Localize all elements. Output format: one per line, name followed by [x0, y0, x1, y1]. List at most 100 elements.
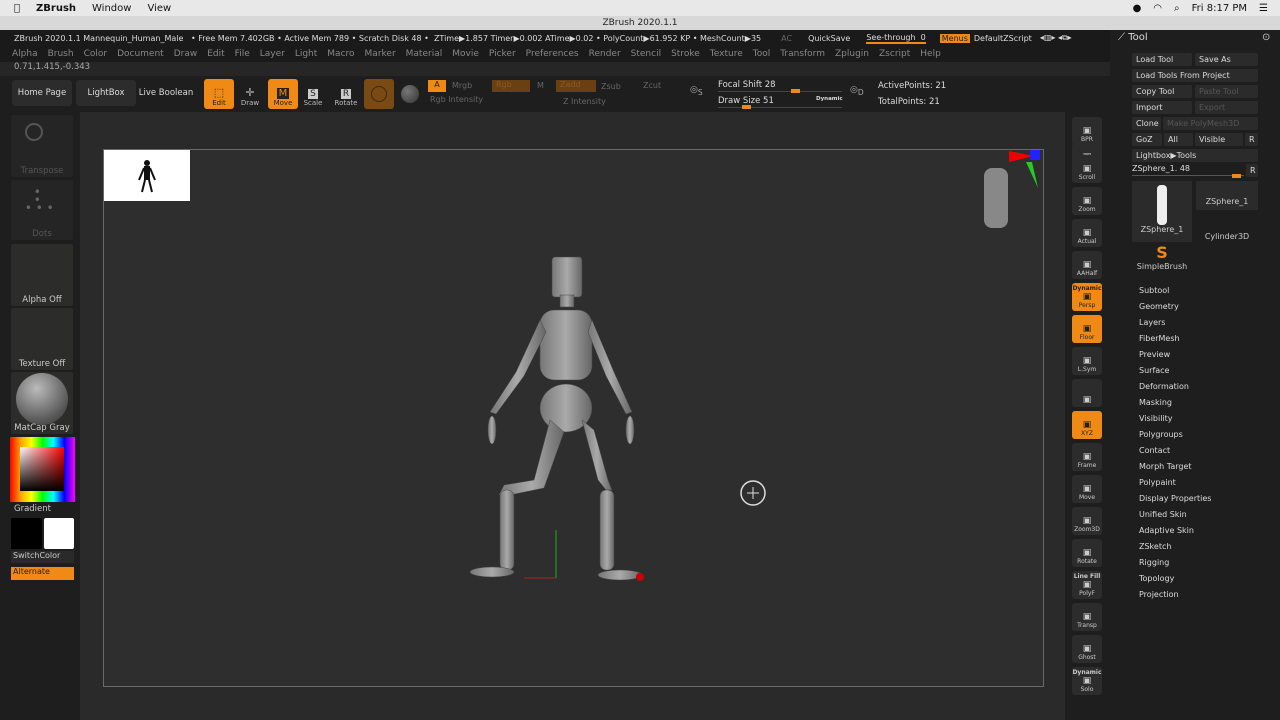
stroke-dots-button[interactable]: • • • • • Dots [11, 180, 73, 240]
subpalette-rigging[interactable]: Rigging [1139, 558, 1169, 567]
menu-render[interactable]: Render [589, 49, 621, 59]
color-picker[interactable] [10, 437, 75, 502]
focal-shift-handle[interactable] [791, 89, 800, 93]
alpha-button[interactable]: Alpha Off [11, 244, 73, 306]
see-through-slider[interactable]: See-through 0 [866, 33, 926, 44]
visible-button[interactable]: Visible [1195, 133, 1243, 146]
menu-view[interactable]: View [147, 3, 171, 14]
shelf-button-solo[interactable]: Dynamic ▣ Solo [1072, 667, 1102, 695]
shelf-button-polyf[interactable]: Line Fill ▣ PolyF [1072, 571, 1102, 599]
menu-edit[interactable]: Edit [207, 49, 224, 59]
paste-tool-button[interactable]: Paste Tool [1195, 85, 1258, 98]
subpalette-zsketch[interactable]: ZSketch [1139, 542, 1171, 551]
subpalette-deformation[interactable]: Deformation [1139, 382, 1189, 391]
shelf-button-rotate[interactable]: ▣ Rotate [1072, 539, 1102, 567]
lightbox-tools-button[interactable]: Lightbox▶Tools [1132, 149, 1258, 162]
tool-thumb-simplebrush[interactable]: S SimpleBrush [1132, 244, 1192, 274]
shelf-button-lock[interactable]: ▣ [1072, 379, 1102, 407]
shelf-button-actual[interactable]: ▣ Actual [1072, 219, 1102, 247]
texture-button[interactable]: Texture Off [11, 308, 73, 370]
shelf-button-aahalf[interactable]: ▣ AAHalf [1072, 251, 1102, 279]
menu-alpha[interactable]: Alpha [12, 49, 38, 59]
shelf-button-bpr[interactable]: ▣ BPR [1072, 117, 1102, 145]
color-square[interactable] [20, 447, 64, 491]
menu-transform[interactable]: Transform [780, 49, 825, 59]
menu-texture[interactable]: Texture [710, 49, 743, 59]
subpalette-polygroups[interactable]: Polygroups [1139, 430, 1183, 439]
subpalette-preview[interactable]: Preview [1139, 350, 1170, 359]
tool-palette-title[interactable]: ⟋ Tool [1118, 32, 1148, 43]
menu-preferences[interactable]: Preferences [526, 49, 579, 59]
subpalette-fibermesh[interactable]: FiberMesh [1139, 334, 1180, 343]
save-as-button[interactable]: Save As [1195, 53, 1258, 66]
rotate-button[interactable]: R Rotate [331, 79, 361, 109]
copy-tool-button[interactable]: Copy Tool [1132, 85, 1192, 98]
tool-thumb-cylinder[interactable]: Cylinder3D [1196, 213, 1258, 242]
subpalette-projection[interactable]: Projection [1139, 590, 1179, 599]
zcut-toggle[interactable]: Zcut [643, 81, 661, 90]
subpalette-adaptive-skin[interactable]: Adaptive Skin [1139, 526, 1194, 535]
r-tool-button[interactable]: R [1246, 164, 1258, 177]
tool-slider-handle[interactable] [1232, 174, 1241, 178]
wifi-icon[interactable]: ◠ [1153, 3, 1162, 14]
edit-button[interactable]: ⬚ Edit [204, 79, 234, 109]
zadd-toggle[interactable]: Zadd [556, 80, 596, 92]
layout-arrows-icon[interactable]: ◂▥▸ ◂⧉▸ [1040, 33, 1072, 43]
apple-icon[interactable]:  [14, 3, 20, 14]
load-tool-button[interactable]: Load Tool [1132, 53, 1192, 66]
default-zscript-button[interactable]: DefaultZScript [974, 34, 1032, 43]
subpalette-display-properties[interactable]: Display Properties [1139, 494, 1211, 503]
menu-material[interactable]: Material [406, 49, 443, 59]
menu-light[interactable]: Light [295, 49, 317, 59]
lightbox-button[interactable]: LightBox [76, 80, 136, 106]
zsub-toggle[interactable]: Zsub [601, 82, 621, 91]
material-sphere-button[interactable] [364, 79, 394, 109]
subpalette-visibility[interactable]: Visibility [1139, 414, 1173, 423]
menu-zscript[interactable]: Zscript [879, 49, 910, 59]
rgb-toggle[interactable]: Rgb [492, 80, 530, 92]
transpose-button[interactable]: Transpose [11, 115, 73, 177]
r-button[interactable]: R [1245, 133, 1258, 146]
shelf-button-scroll[interactable]: ▣ Scroll [1072, 155, 1102, 183]
material-button[interactable]: MatCap Gray [11, 372, 73, 434]
menu-draw[interactable]: Draw [174, 49, 198, 59]
subpalette-masking[interactable]: Masking [1139, 398, 1172, 407]
alternate-button[interactable]: Alternate [11, 567, 74, 580]
menu-zplugin[interactable]: Zplugin [835, 49, 869, 59]
gradient-label[interactable]: Gradient [14, 504, 51, 514]
export-button[interactable]: Export [1195, 101, 1258, 114]
current-tool-slider[interactable]: ZSphere_1. 48 [1132, 164, 1244, 176]
menu-macro[interactable]: Macro [327, 49, 354, 59]
secondary-color-swatch[interactable] [44, 518, 74, 549]
menu-window[interactable]: Window [92, 3, 131, 14]
subpalette-topology[interactable]: Topology [1139, 574, 1174, 583]
subpalette-subtool[interactable]: Subtool [1139, 286, 1169, 295]
record-icon[interactable]: ● [1133, 3, 1142, 14]
m-toggle[interactable]: M [537, 81, 544, 90]
subpalette-morph-target[interactable]: Morph Target [1139, 462, 1192, 471]
subpalette-geometry[interactable]: Geometry [1139, 302, 1179, 311]
menu-list-icon[interactable]: ☰ [1259, 3, 1268, 14]
rgb-intensity-slider[interactable]: Rgb Intensity [430, 95, 483, 104]
subpalette-layers[interactable]: Layers [1139, 318, 1165, 327]
draw-size-handle[interactable] [742, 105, 751, 109]
subpalette-polypaint[interactable]: Polypaint [1139, 478, 1176, 487]
document-thumbnail[interactable] [104, 150, 190, 201]
shelf-button-lsym[interactable]: ▣ L.Sym [1072, 347, 1102, 375]
z-intensity-slider[interactable]: Z Intensity [563, 97, 606, 106]
main-color-swatch[interactable] [11, 518, 42, 549]
all-button[interactable]: All [1164, 133, 1193, 146]
focal-shift-slider[interactable]: Focal Shift 28 [718, 80, 776, 90]
a-toggle[interactable]: A [428, 80, 446, 92]
live-boolean-button[interactable]: Live Boolean [138, 80, 194, 106]
quicksave-button[interactable]: QuickSave [808, 34, 850, 43]
search-icon[interactable]: ⌕ [1174, 3, 1180, 14]
shelf-button-persp[interactable]: Dynamic ▣ Persp [1072, 283, 1102, 311]
shelf-button-frame[interactable]: ▣ Frame [1072, 443, 1102, 471]
dynamic-toggle[interactable]: Dynamic [816, 96, 843, 102]
subpalette-surface[interactable]: Surface [1139, 366, 1169, 375]
menu-marker[interactable]: Marker [365, 49, 396, 59]
viewport[interactable] [103, 149, 1044, 687]
shelf-button-floor[interactable]: ▣ Floor [1072, 315, 1102, 343]
goz-button[interactable]: GoZ [1132, 133, 1162, 146]
